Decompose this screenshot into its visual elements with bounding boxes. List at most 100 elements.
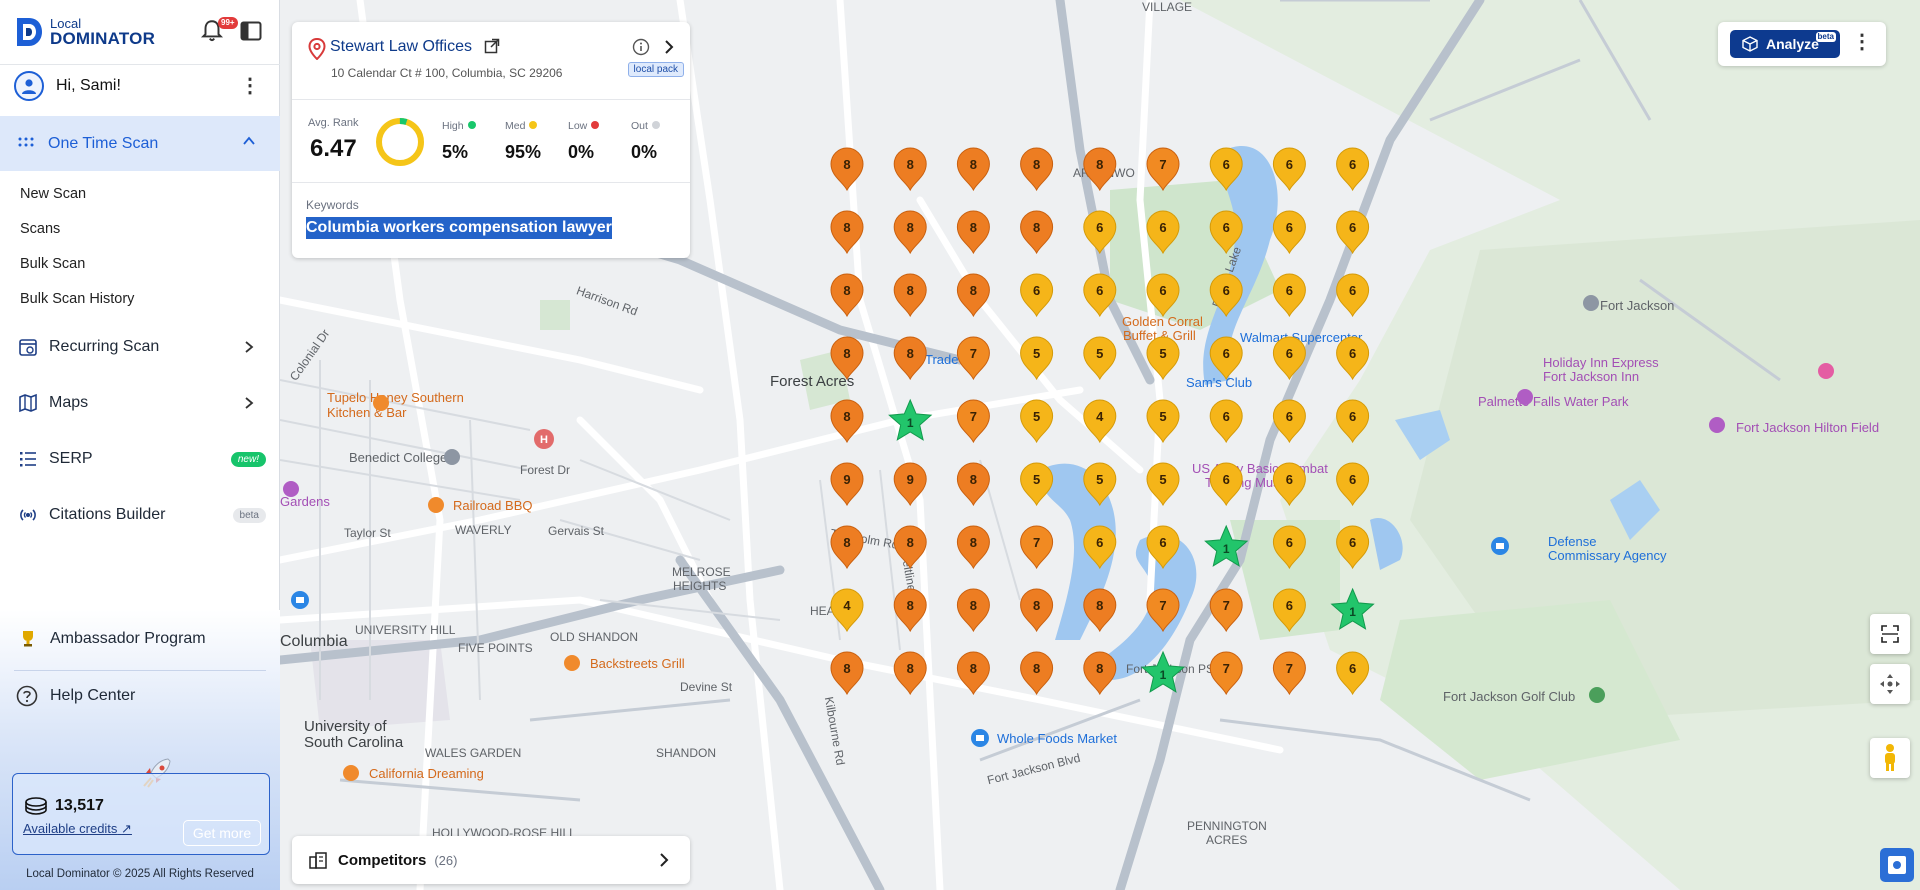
nav-serp[interactable]: SERP new!	[0, 439, 280, 479]
nav-bulk-scan[interactable]: Bulk Scan	[20, 256, 85, 272]
rank-pin[interactable]: 6	[1272, 273, 1306, 318]
rank-pin[interactable]: 6	[1272, 147, 1306, 192]
nav-recurring-scan[interactable]: Recurring Scan	[0, 327, 280, 367]
rank-pin[interactable]: 7	[956, 336, 990, 381]
nav-one-time-scan[interactable]: One Time Scan	[0, 116, 280, 171]
rank-pin[interactable]: 6	[1272, 525, 1306, 570]
rank-pin[interactable]: 8	[956, 651, 990, 696]
rank-pin[interactable]: 8	[830, 399, 864, 444]
rank-pin[interactable]: 8	[830, 210, 864, 255]
rank-pin[interactable]: 8	[830, 336, 864, 381]
rank-pin[interactable]: 8	[893, 147, 927, 192]
rank-pin[interactable]: 6	[1209, 462, 1243, 507]
rank-pin[interactable]: 9	[893, 462, 927, 507]
competitors-panel[interactable]: Competitors (26)	[292, 836, 690, 884]
rank-pin[interactable]: 6	[1336, 525, 1370, 570]
sidebar-toggle-icon[interactable]	[240, 21, 262, 41]
rank-pin[interactable]: 6	[1272, 210, 1306, 255]
rank-pin[interactable]: 6	[1083, 210, 1117, 255]
rank-pin[interactable]: 6	[1336, 462, 1370, 507]
rank-pin[interactable]: 5	[1020, 462, 1054, 507]
rank-pin[interactable]: 6	[1083, 273, 1117, 318]
rank-pin[interactable]: 8	[956, 210, 990, 255]
more-options-icon[interactable]: ⋮	[1852, 32, 1872, 52]
keyword-value[interactable]: Columbia workers compensation lawyer	[306, 217, 612, 239]
rank-pin[interactable]: 5	[1083, 336, 1117, 381]
rank-pin[interactable]: 6	[1083, 525, 1117, 570]
rank-pin[interactable]: 8	[893, 273, 927, 318]
rank-star-pin[interactable]: 1	[1140, 650, 1186, 693]
gmaps-mini-icon[interactable]	[1880, 848, 1914, 882]
rank-pin[interactable]: 8	[1020, 651, 1054, 696]
rank-pin[interactable]: 6	[1209, 273, 1243, 318]
rank-pin[interactable]: 8	[830, 651, 864, 696]
rank-pin[interactable]: 8	[1020, 210, 1054, 255]
rank-pin[interactable]: 8	[956, 147, 990, 192]
rank-pin[interactable]: 7	[1272, 651, 1306, 696]
rank-pin[interactable]: 6	[1209, 336, 1243, 381]
pan-control[interactable]	[1870, 664, 1910, 704]
rank-pin[interactable]: 8	[1083, 651, 1117, 696]
rank-pin[interactable]: 6	[1336, 147, 1370, 192]
nav-bulk-scan-history[interactable]: Bulk Scan History	[20, 291, 134, 307]
rank-pin[interactable]: 6	[1336, 210, 1370, 255]
fit-bounds-button[interactable]	[1870, 614, 1910, 654]
rank-pin[interactable]: 5	[1146, 336, 1180, 381]
rank-pin[interactable]: 6	[1146, 273, 1180, 318]
info-icon[interactable]	[632, 38, 650, 56]
rank-pin[interactable]: 5	[1083, 462, 1117, 507]
rank-pin[interactable]: 9	[830, 462, 864, 507]
rank-pin[interactable]: 7	[1209, 588, 1243, 633]
rank-pin[interactable]: 6	[1272, 336, 1306, 381]
external-link-icon[interactable]	[484, 38, 500, 54]
rank-pin[interactable]: 8	[830, 525, 864, 570]
rank-pin[interactable]: 8	[830, 273, 864, 318]
chevron-right-icon[interactable]	[662, 39, 676, 55]
rank-pin[interactable]: 5	[1146, 462, 1180, 507]
available-credits-link[interactable]: Available credits ↗	[23, 821, 132, 837]
rank-pin[interactable]: 8	[1020, 588, 1054, 633]
user-menu-icon[interactable]: ⋮	[240, 76, 260, 96]
rank-pin[interactable]: 5	[1020, 399, 1054, 444]
business-name-link[interactable]: Stewart Law Offices	[330, 38, 472, 56]
nav-scans[interactable]: Scans	[20, 221, 60, 237]
rank-pin[interactable]: 8	[956, 588, 990, 633]
rank-pin[interactable]: 8	[1083, 588, 1117, 633]
rank-pin[interactable]: 8	[893, 210, 927, 255]
rank-pin[interactable]: 8	[830, 147, 864, 192]
rank-pin[interactable]: 8	[893, 336, 927, 381]
nav-new-scan[interactable]: New Scan	[20, 186, 86, 202]
rank-pin[interactable]: 6	[1336, 336, 1370, 381]
nav-citations-builder[interactable]: Citations Builder beta	[0, 495, 280, 535]
street-view-button[interactable]	[1870, 738, 1910, 778]
rank-pin[interactable]: 8	[893, 651, 927, 696]
rank-pin[interactable]: 4	[1083, 399, 1117, 444]
rank-pin[interactable]: 8	[1020, 147, 1054, 192]
rank-pin[interactable]: 8	[1083, 147, 1117, 192]
rank-pin[interactable]: 6	[1020, 273, 1054, 318]
rank-pin[interactable]: 7	[956, 399, 990, 444]
rank-pin[interactable]: 6	[1336, 651, 1370, 696]
rank-pin[interactable]: 4	[830, 588, 864, 633]
analyze-button[interactable]: Analyze beta	[1730, 30, 1840, 58]
ambassador-program-link[interactable]: Ambassador Program	[20, 625, 266, 653]
rank-pin[interactable]: 8	[956, 525, 990, 570]
rank-pin[interactable]: 6	[1209, 147, 1243, 192]
rank-star-pin[interactable]: 1	[888, 398, 933, 441]
rank-pin[interactable]: 8	[893, 525, 927, 570]
rank-pin[interactable]: 7	[1020, 525, 1054, 570]
rank-pin[interactable]: 7	[1146, 588, 1180, 633]
logo[interactable]: Local DOMINATOR 99+	[14, 14, 266, 50]
rank-pin[interactable]: 6	[1336, 399, 1370, 444]
rank-pin[interactable]: 6	[1272, 399, 1306, 444]
get-more-button[interactable]: Get more	[183, 820, 261, 846]
rank-pin[interactable]: 6	[1209, 210, 1243, 255]
rank-pin[interactable]: 6	[1146, 210, 1180, 255]
rank-pin[interactable]: 7	[1209, 651, 1243, 696]
rank-pin[interactable]: 6	[1272, 588, 1306, 633]
nav-maps[interactable]: Maps	[0, 383, 280, 423]
rank-star-pin[interactable]: 1	[1204, 524, 1249, 567]
rank-pin[interactable]: 8	[956, 273, 990, 318]
rank-pin[interactable]: 8	[893, 588, 927, 633]
rank-pin[interactable]: 5	[1146, 399, 1180, 444]
